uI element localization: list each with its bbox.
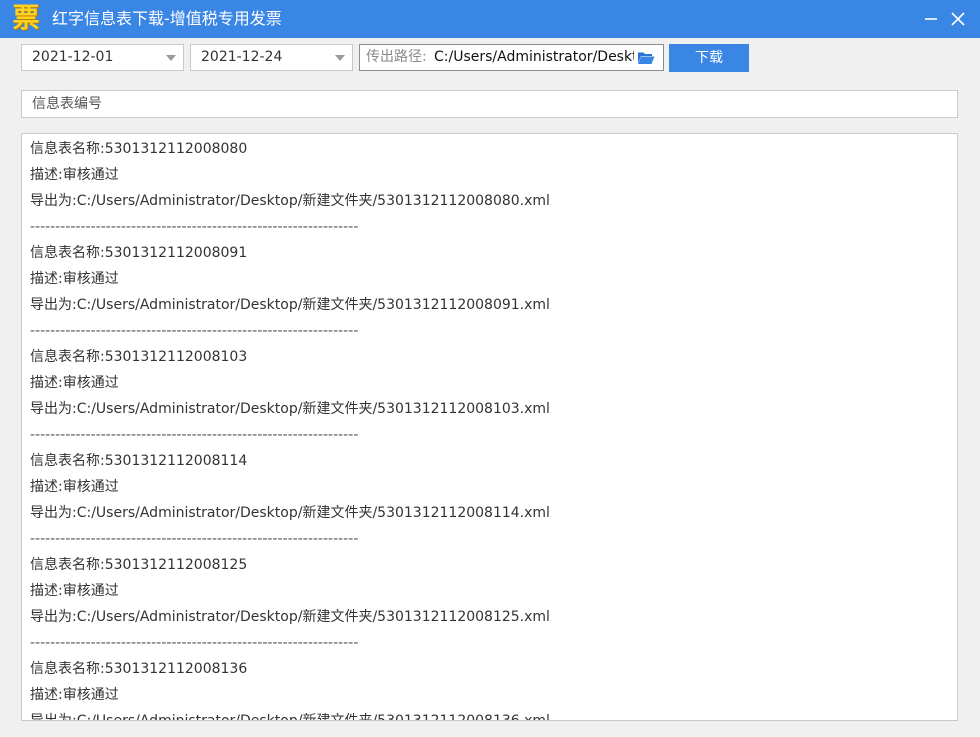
chevron-down-icon[interactable] bbox=[335, 55, 345, 61]
minimize-icon bbox=[925, 18, 937, 20]
log-separator: ----------------------------------------… bbox=[30, 531, 359, 547]
folder-open-icon[interactable] bbox=[637, 50, 655, 65]
export-path-field[interactable]: 传出路径: C:/Users/Administrator/Desktop bbox=[359, 44, 664, 71]
log-entry-name: 信息表名称:5301312112008136 bbox=[30, 661, 248, 677]
log-entry-export: 导出为:C:/Users/Administrator/Desktop/新建文件夹… bbox=[30, 193, 550, 209]
log-separator: ----------------------------------------… bbox=[30, 427, 359, 443]
app-window: 票 红字信息表下载-增值税专用发票 2021-12-01 2021-12-24 … bbox=[0, 0, 980, 737]
start-date-value: 2021-12-01 bbox=[32, 49, 114, 65]
log-entry-name: 信息表名称:5301312112008103 bbox=[30, 349, 248, 365]
log-entry-export: 导出为:C:/Users/Administrator/Desktop/新建文件夹… bbox=[30, 505, 550, 521]
log-entry-name: 信息表名称:5301312112008091 bbox=[30, 245, 248, 261]
log-entry-name: 信息表名称:5301312112008080 bbox=[30, 141, 248, 157]
title-bar[interactable]: 票 红字信息表下载-增值税专用发票 bbox=[0, 0, 980, 38]
download-log[interactable]: 信息表名称:5301312112008080 描述:审核通过 导出为:C:/Us… bbox=[21, 133, 958, 721]
log-entry-name: 信息表名称:5301312112008125 bbox=[30, 557, 248, 573]
log-entry-export: 导出为:C:/Users/Administrator/Desktop/新建文件夹… bbox=[30, 609, 550, 625]
log-entry-name: 信息表名称:5301312112008114 bbox=[30, 453, 248, 469]
export-path-value[interactable]: C:/Users/Administrator/Desktop bbox=[434, 45, 634, 70]
start-date-picker[interactable]: 2021-12-01 bbox=[21, 44, 184, 71]
log-entry-desc: 描述:审核通过 bbox=[30, 479, 119, 495]
info-table-number-input[interactable] bbox=[21, 90, 958, 118]
log-list: 信息表名称:5301312112008080 描述:审核通过 导出为:C:/Us… bbox=[30, 136, 957, 721]
end-date-value: 2021-12-24 bbox=[201, 49, 283, 65]
close-icon bbox=[951, 12, 965, 26]
log-separator: ----------------------------------------… bbox=[30, 635, 359, 651]
log-entry-desc: 描述:审核通过 bbox=[30, 375, 119, 391]
log-entry-export: 导出为:C:/Users/Administrator/Desktop/新建文件夹… bbox=[30, 297, 550, 313]
export-path-label: 传出路径: bbox=[366, 49, 427, 65]
log-entry-desc: 描述:审核通过 bbox=[30, 583, 119, 599]
invoice-app-icon: 票 bbox=[12, 3, 40, 34]
log-separator: ----------------------------------------… bbox=[30, 323, 359, 339]
log-entry-export: 导出为:C:/Users/Administrator/Desktop/新建文件夹… bbox=[30, 401, 550, 417]
log-entry-desc: 描述:审核通过 bbox=[30, 271, 119, 287]
window-title: 红字信息表下载-增值税专用发票 bbox=[52, 9, 282, 28]
minimize-button[interactable] bbox=[918, 6, 944, 32]
log-separator: ----------------------------------------… bbox=[30, 219, 359, 235]
chevron-down-icon[interactable] bbox=[166, 55, 176, 61]
end-date-picker[interactable]: 2021-12-24 bbox=[190, 44, 353, 71]
download-button[interactable]: 下载 bbox=[669, 44, 749, 72]
close-button[interactable] bbox=[945, 6, 971, 32]
log-entry-desc: 描述:审核通过 bbox=[30, 687, 119, 703]
log-entry-export: 导出为:C:/Users/Administrator/Desktop/新建文件夹… bbox=[30, 713, 550, 721]
log-entry-desc: 描述:审核通过 bbox=[30, 167, 119, 183]
